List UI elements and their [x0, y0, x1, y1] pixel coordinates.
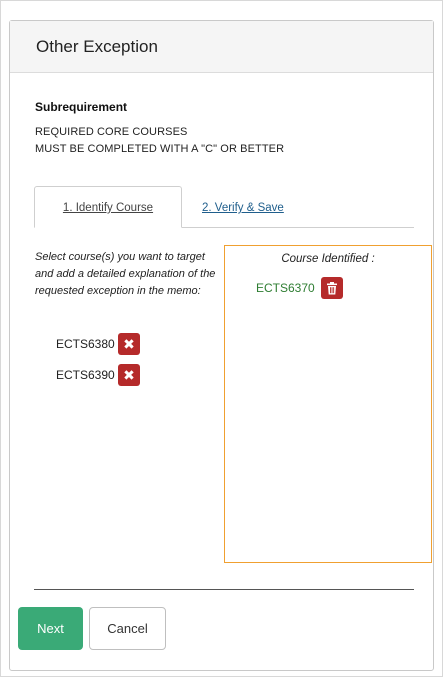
x-icon: ✖ — [123, 336, 135, 352]
dialog-title: Other Exception — [36, 37, 158, 56]
footer-divider — [34, 589, 414, 590]
course-code: ECTS6390 — [56, 368, 115, 382]
identified-course-code: ECTS6370 — [256, 281, 315, 295]
delete-identified-course-button[interactable] — [320, 277, 343, 299]
subrequirement-line-2: MUST BE COMPLETED WITH A "C" OR BETTER — [35, 143, 285, 155]
subrequirement-heading: Subrequirement — [35, 100, 128, 114]
x-icon: ✖ — [123, 367, 135, 383]
course-code: ECTS6380 — [56, 337, 115, 351]
instructions-text: Select course(s) you want to target and … — [35, 251, 216, 297]
course-identified-panel: Course Identified : ECTS6370 — [224, 245, 432, 563]
course-item: ECTS6390 ✖ — [56, 364, 140, 386]
course-identified-title: Course Identified : — [281, 253, 375, 265]
identified-course-item: ECTS6370 — [256, 277, 343, 299]
subrequirement-line-1: REQUIRED CORE COURSES — [35, 126, 188, 138]
trash-icon — [326, 281, 337, 294]
dialog-header: Other Exception — [10, 21, 433, 73]
next-button[interactable]: Next — [18, 607, 83, 650]
remove-course-button[interactable]: ✖ — [118, 364, 140, 386]
remove-course-button[interactable]: ✖ — [118, 333, 140, 355]
tab-identify-course[interactable]: 1. Identify Course — [34, 186, 182, 228]
course-item: ECTS6380 ✖ — [56, 333, 140, 355]
cancel-button[interactable]: Cancel — [89, 607, 166, 650]
tab-verify-save[interactable]: 2. Verify & Save — [202, 202, 284, 214]
exception-dialog: Other Exception Subrequirement REQUIRED … — [9, 20, 434, 671]
